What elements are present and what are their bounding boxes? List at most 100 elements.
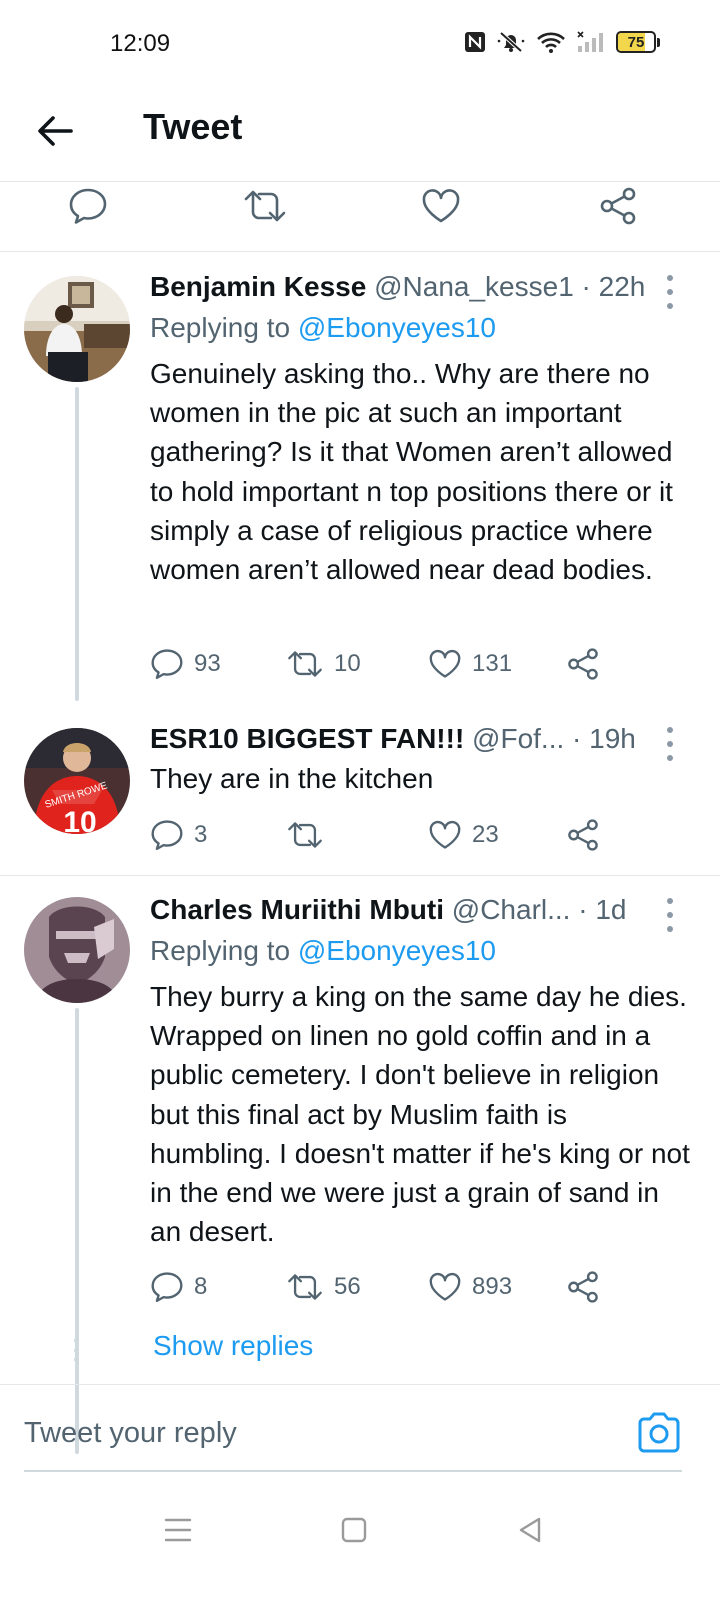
retweet-count: 56	[334, 1273, 361, 1300]
author-handle[interactable]: @Nana_kesse1	[374, 271, 574, 302]
author-name[interactable]: Benjamin Kesse	[150, 271, 366, 302]
retweet-icon	[288, 651, 322, 677]
reply-icon	[69, 188, 107, 224]
tweet-text: Genuinely asking tho.. Why are there no …	[150, 358, 673, 586]
reply-count: 93	[194, 650, 221, 677]
share-button[interactable]	[566, 815, 600, 855]
reply-composer[interactable]: Tweet your reply	[0, 1384, 720, 1474]
tweet-time: 19h	[589, 723, 636, 754]
recent-apps-button[interactable]	[158, 1510, 198, 1550]
retweet-button[interactable]: 56	[286, 1267, 361, 1307]
thread-more-dots	[72, 1338, 80, 1362]
tweet-text: They burry a king on the same day he die…	[150, 981, 690, 1248]
share-icon	[568, 1271, 598, 1303]
share-button[interactable]	[566, 644, 600, 684]
signal-icon	[576, 30, 606, 54]
like-icon	[422, 189, 460, 223]
reply-icon	[151, 649, 183, 680]
back-button[interactable]	[32, 108, 78, 154]
system-back-button[interactable]	[510, 1510, 550, 1550]
wifi-icon	[536, 30, 566, 54]
arrow-left-icon	[38, 116, 73, 146]
reply-input[interactable]: Tweet your reply	[24, 1417, 237, 1450]
more-options-button[interactable]	[660, 898, 680, 932]
mute-icon	[496, 30, 526, 54]
status-bar: 12:09 75	[0, 0, 720, 90]
avatar[interactable]: SMITH ROWE 10	[24, 728, 130, 834]
replying-to: Replying to @Ebonyeyes10	[150, 931, 496, 971]
reply-count: 8	[194, 1273, 208, 1300]
replying-prefix: Replying to	[150, 935, 298, 966]
author-name[interactable]: ESR10 BIGGEST FAN!!!	[150, 723, 464, 754]
separator-dot: ·	[578, 894, 588, 925]
system-nav-bar	[0, 1480, 720, 1600]
app-header: Tweet	[0, 90, 720, 182]
camera-button[interactable]	[636, 1411, 682, 1453]
replying-to-mention[interactable]: @Ebonyeyes10	[298, 935, 496, 966]
like-icon	[429, 1272, 461, 1301]
reply-button[interactable]: 3	[150, 815, 207, 855]
status-icons: 75	[464, 30, 660, 54]
share-icon	[600, 187, 636, 225]
tweet-header: ESR10 BIGGEST FAN!!! @Fof... · 19h	[150, 719, 666, 759]
battery-level: 75	[627, 33, 645, 51]
retweet-icon	[244, 190, 286, 222]
status-time: 12:09	[110, 30, 171, 57]
reply-count: 3	[194, 821, 208, 848]
nfc-icon	[464, 31, 486, 53]
home-button[interactable]	[334, 1510, 374, 1550]
reply-button[interactable]	[61, 182, 115, 230]
author-name[interactable]: Charles Muriithi Mbuti	[150, 894, 444, 925]
tweet-time: 1d	[595, 894, 627, 925]
tweet-text: They are in the kitchen	[150, 763, 434, 794]
replying-to-mention[interactable]: @Ebonyeyes10	[298, 312, 496, 343]
jersey-number: 10	[63, 806, 96, 834]
avatar[interactable]	[24, 276, 130, 382]
author-handle[interactable]: @Charl...	[452, 894, 571, 925]
tweet-actions: 3 23	[150, 815, 610, 855]
author-handle[interactable]: @Fof...	[472, 723, 564, 754]
camera-icon	[638, 1412, 680, 1453]
like-button[interactable]: 131	[428, 644, 512, 684]
divider	[0, 875, 720, 876]
retweet-icon	[288, 1274, 322, 1300]
like-count: 23	[472, 821, 499, 848]
separator-dot: ·	[572, 723, 582, 754]
like-count: 131	[472, 650, 513, 677]
menu-icon	[164, 1518, 192, 1542]
reply-button[interactable]: 8	[150, 1267, 207, 1307]
retweet-button[interactable]	[286, 815, 334, 855]
retweet-button[interactable]: 10	[286, 644, 361, 684]
reply-button[interactable]: 93	[150, 644, 221, 684]
retweet-icon	[288, 822, 322, 848]
like-button[interactable]: 893	[428, 1267, 512, 1307]
more-options-button[interactable]	[660, 275, 680, 309]
tweet-actions: 8 56 893	[150, 1267, 610, 1307]
battery-icon: 75	[616, 31, 660, 53]
avatar[interactable]	[24, 897, 130, 1003]
home-square-icon	[341, 1517, 367, 1543]
retweet-button[interactable]	[238, 182, 292, 230]
share-button[interactable]	[591, 182, 645, 230]
thread-line	[75, 387, 79, 701]
main-tweet-actions	[0, 182, 720, 252]
share-button[interactable]	[566, 1267, 600, 1307]
like-button[interactable]	[414, 182, 468, 230]
reply-icon	[151, 820, 183, 851]
like-icon	[429, 820, 461, 849]
like-count: 893	[472, 1273, 513, 1300]
page-title: Tweet	[143, 106, 243, 147]
tweet-header: Charles Muriithi Mbuti @Charl... · 1d	[150, 890, 666, 930]
share-icon	[568, 819, 598, 851]
retweet-count: 10	[334, 650, 361, 677]
like-icon	[429, 649, 461, 678]
replying-prefix: Replying to	[150, 312, 298, 343]
more-options-button[interactable]	[660, 727, 680, 761]
show-replies-link[interactable]: Show replies	[153, 1330, 313, 1362]
tweet-header: Benjamin Kesse @Nana_kesse1 · 22h	[150, 267, 666, 307]
like-button[interactable]: 23	[428, 815, 499, 855]
replying-to: Replying to @Ebonyeyes10	[150, 308, 496, 348]
reply-input-underline	[24, 1470, 682, 1472]
reply-icon	[151, 1272, 183, 1303]
back-triangle-icon	[519, 1517, 541, 1543]
